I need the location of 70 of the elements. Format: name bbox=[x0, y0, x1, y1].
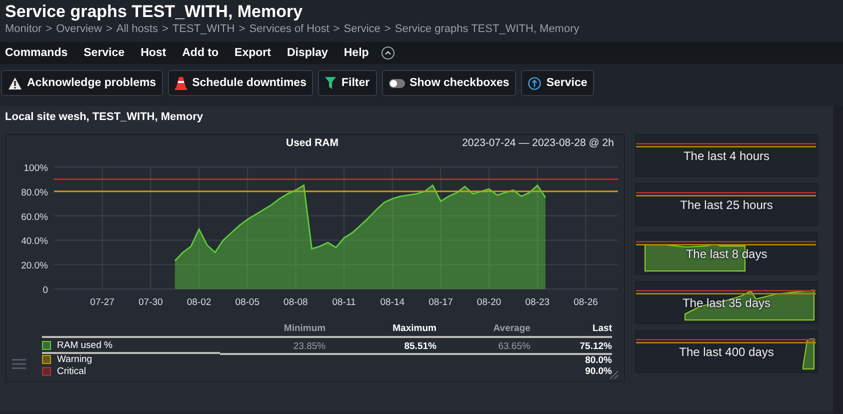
menu-item[interactable]: Help bbox=[344, 47, 369, 59]
x-axis-label: 08-14 bbox=[380, 297, 405, 308]
filter-icon bbox=[325, 77, 336, 89]
page-title: Service graphs TEST_WITH, Memory bbox=[5, 2, 304, 22]
threshold-name: Critical bbox=[57, 366, 86, 377]
column-header: Last bbox=[530, 323, 612, 337]
x-axis-label: 08-17 bbox=[428, 297, 453, 308]
toolbar-button[interactable]: Show checkboxes bbox=[382, 70, 516, 96]
breadcrumb-separator: > bbox=[46, 22, 52, 36]
legend-value: 23.85% bbox=[293, 340, 326, 352]
menu-item[interactable]: Add to bbox=[182, 47, 219, 59]
timerange-graph[interactable]: The last 4 hours bbox=[635, 134, 818, 177]
breadcrumb-separator: > bbox=[106, 22, 112, 36]
threshold-name: Warning bbox=[57, 354, 92, 365]
x-axis-label: 08-20 bbox=[476, 297, 502, 308]
y-axis-label: 0 bbox=[42, 285, 48, 296]
toolbar-button[interactable]: Filter bbox=[318, 70, 377, 96]
date-range: 2023-07-24 — 2023-08-28 @ 2h bbox=[462, 137, 614, 149]
breadcrumb-separator: > bbox=[333, 22, 340, 36]
menu-item[interactable]: Export bbox=[234, 47, 271, 59]
menu-item[interactable]: Display bbox=[286, 47, 328, 59]
timerange-graph[interactable]: The last 400 days bbox=[635, 330, 818, 373]
toggle-icon bbox=[388, 78, 405, 88]
legend-value: 90.0% bbox=[585, 366, 612, 377]
panel-title: Local site wesh, TEST_WITH, Memory bbox=[5, 111, 204, 125]
breadcrumb-link[interactable]: Services of Host bbox=[249, 22, 330, 36]
x-axis-label: 08-05 bbox=[235, 297, 260, 308]
y-axis-label: 40.0% bbox=[21, 236, 48, 248]
breadcrumb-link[interactable]: Service graphs TEST_WITH, Memory bbox=[394, 22, 580, 36]
menu-item[interactable]: Host bbox=[140, 47, 166, 59]
timerange-label: The last 25 hours bbox=[680, 198, 773, 212]
y-axis-label: 60.0% bbox=[21, 212, 48, 223]
x-axis-label: 07-30 bbox=[138, 297, 163, 308]
series-name: RAM used % bbox=[57, 340, 112, 351]
breadcrumb-link[interactable]: TEST_WITH bbox=[172, 22, 235, 36]
toolbar-button[interactable]: Acknowledge problems bbox=[1, 70, 164, 96]
chart-title: Used RAM bbox=[286, 137, 339, 149]
x-axis-label: 08-26 bbox=[574, 297, 598, 308]
toolbar-button[interactable]: Service bbox=[521, 70, 594, 96]
x-axis-label: 08-08 bbox=[284, 297, 308, 308]
legend-value: 63.65% bbox=[498, 340, 530, 352]
breadcrumb-separator: > bbox=[384, 22, 391, 36]
column-header: Minimum bbox=[220, 323, 326, 337]
breadcrumb-separator: > bbox=[162, 22, 168, 36]
breadcrumb-separator: > bbox=[238, 22, 246, 36]
warning-icon bbox=[8, 76, 22, 90]
timerange-label: The last 4 hours bbox=[683, 149, 770, 163]
breadcrumb-link[interactable]: Service bbox=[344, 22, 380, 36]
x-axis-label: 08-23 bbox=[525, 297, 550, 308]
menu-item[interactable]: Commands bbox=[5, 47, 68, 59]
menu-item[interactable]: Service bbox=[84, 47, 125, 59]
legend-value: 80.0% bbox=[585, 355, 612, 366]
column-header: Maximum bbox=[326, 323, 436, 337]
legend-value: 85.51% bbox=[404, 340, 436, 352]
x-axis-label: 07-27 bbox=[90, 297, 114, 308]
breadcrumb-link[interactable]: Overview bbox=[56, 22, 102, 36]
x-axis-label: 08-11 bbox=[332, 297, 356, 308]
timerange-label: The last 400 days bbox=[679, 345, 774, 359]
breadcrumb-link[interactable]: Monitor bbox=[5, 22, 42, 36]
timerange-graph[interactable]: The last 25 hours bbox=[635, 183, 818, 226]
collapse-icon[interactable] bbox=[380, 46, 395, 60]
x-axis-label: 08-02 bbox=[186, 297, 212, 308]
toolbar-button[interactable]: Schedule downtimes bbox=[168, 70, 314, 96]
y-axis-label: 100% bbox=[24, 163, 48, 174]
y-axis-label: 20.0% bbox=[21, 260, 48, 272]
y-axis-label: 80.0% bbox=[21, 187, 48, 198]
legend-value: 75.12% bbox=[580, 340, 612, 352]
traffic-cone-icon bbox=[175, 76, 188, 90]
breadcrumb-link[interactable]: All hosts bbox=[116, 22, 158, 36]
column-header: Average bbox=[436, 323, 530, 337]
